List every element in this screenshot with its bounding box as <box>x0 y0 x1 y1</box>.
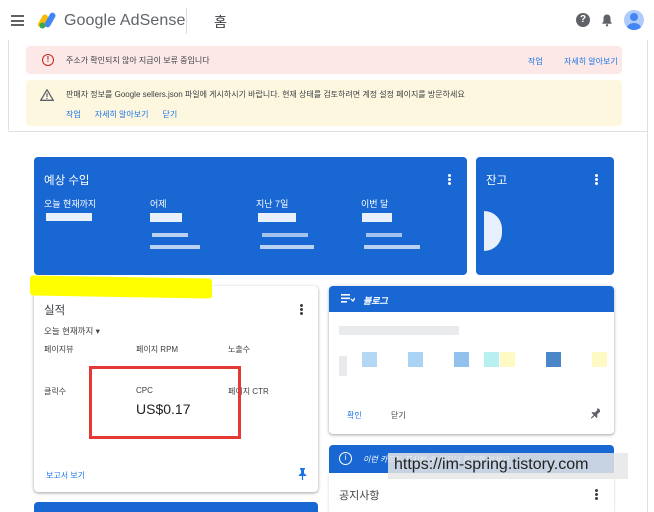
redacted-value <box>500 352 515 367</box>
watermark-url: https://im-spring.tistory.com <box>388 453 628 479</box>
redacted-value <box>262 233 308 237</box>
next-card-header <box>34 502 318 512</box>
redacted-value <box>366 233 402 237</box>
card-header: 블로그 <box>329 286 614 312</box>
card-header-title: 블로그 <box>363 296 388 306</box>
warning-icon <box>40 89 54 101</box>
section-divider <box>8 131 648 132</box>
more-options-icon[interactable] <box>300 304 303 315</box>
alert-message: 판매자 정보를 Google sellers.json 파일에 게시하시기 바랍… <box>66 90 465 99</box>
error-icon: ! <box>42 54 54 66</box>
redacted-value <box>362 352 377 367</box>
chevron-down-icon: ▾ <box>95 326 100 336</box>
hamburger-menu-icon[interactable] <box>11 15 24 26</box>
page-title: 홈 <box>214 14 227 30</box>
earnings-month-label: 이번 달 <box>361 199 389 209</box>
estimated-earnings-card: 예상 수입 오늘 현재까지 어제 지난 7일 이번 달 <box>34 157 467 275</box>
card-title: 예상 수입 <box>44 175 90 187</box>
date-range-dropdown[interactable]: 오늘 현재까지 ▾ <box>44 325 100 337</box>
confirm-button[interactable]: 확인 <box>347 410 362 421</box>
redacted-value <box>339 326 459 335</box>
metric-pageviews: 페이지뷰 <box>44 344 73 355</box>
redacted-value <box>364 245 420 249</box>
alert-dismiss-button[interactable]: 닫기 <box>162 109 177 120</box>
account-avatar[interactable] <box>624 10 644 30</box>
bell-icon[interactable] <box>600 13 614 27</box>
redacted-value <box>339 356 347 376</box>
more-options-icon[interactable] <box>595 174 598 185</box>
redacted-value <box>150 213 182 222</box>
redacted-value <box>258 213 296 222</box>
adsense-logo-icon <box>38 12 56 29</box>
redacted-value <box>408 352 423 367</box>
brand-name[interactable]: Google AdSense <box>64 12 186 30</box>
metric-page-rpm: 페이지 RPM <box>136 344 178 355</box>
dismiss-button[interactable]: 닫기 <box>391 410 406 421</box>
redacted-value <box>454 352 469 367</box>
balance-card: 잔고 <box>476 157 614 275</box>
card-title: 잔고 <box>486 175 508 187</box>
date-range-label: 오늘 현재까지 <box>44 326 94 336</box>
redacted-value <box>260 245 314 249</box>
highlighter-mark <box>30 275 212 299</box>
earnings-today-label: 오늘 현재까지 <box>44 199 97 209</box>
redacted-value <box>484 352 499 367</box>
card-title: 공지사항 <box>339 490 380 502</box>
pin-icon[interactable] <box>298 468 307 480</box>
side-divider <box>8 40 9 130</box>
top-app-bar: Google AdSense 홈 ? <box>0 0 654 42</box>
list-icon <box>341 294 355 303</box>
metric-clicks: 클릭수 <box>44 386 66 397</box>
header-divider <box>186 8 187 34</box>
alert-message: 주소가 확인되지 않아 지급이 보류 중입니다 <box>66 56 210 65</box>
more-options-icon[interactable] <box>595 489 598 500</box>
sellers-json-alert: 판매자 정보를 Google sellers.json 파일에 게시하시기 바랍… <box>26 80 622 126</box>
earnings-7days-label: 지난 7일 <box>256 199 289 209</box>
metric-label: 클릭수 <box>44 387 67 396</box>
metric-label: 노출수 <box>228 345 251 354</box>
redacted-value <box>592 352 607 367</box>
metric-label: 페이지뷰 <box>44 345 74 354</box>
redacted-value <box>150 245 200 249</box>
card-title: 실적 <box>44 305 66 317</box>
metric-label: 페이지 RPM <box>136 345 179 354</box>
earnings-yesterday-label: 어제 <box>150 199 167 209</box>
right-divider <box>647 40 648 512</box>
blogs-card: 블로그 확인 닫기 <box>329 286 614 434</box>
pin-icon[interactable] <box>591 408 600 420</box>
info-icon: i <box>339 452 352 465</box>
highlight-box <box>89 366 241 439</box>
alert-action-button[interactable]: 작업 <box>66 109 81 120</box>
redacted-value <box>362 213 392 222</box>
metric-impressions: 노출수 <box>228 344 250 355</box>
redacted-value <box>46 213 92 221</box>
view-report-link[interactable]: 보고서 보기 <box>46 470 85 481</box>
address-alert: ! 주소가 확인되지 않아 지급이 보류 중입니다 작업 자세히 알아보기 <box>26 46 622 74</box>
redacted-value <box>546 352 561 367</box>
redacted-value <box>152 233 188 237</box>
help-icon[interactable]: ? <box>576 13 590 27</box>
more-options-icon[interactable] <box>448 174 451 185</box>
alert-action-button[interactable]: 작업 <box>528 56 543 67</box>
alert-learn-more-link[interactable]: 자세히 알아보기 <box>95 109 149 120</box>
alert-learn-more-link[interactable]: 자세히 알아보기 <box>564 56 618 67</box>
redacted-value <box>484 211 502 251</box>
